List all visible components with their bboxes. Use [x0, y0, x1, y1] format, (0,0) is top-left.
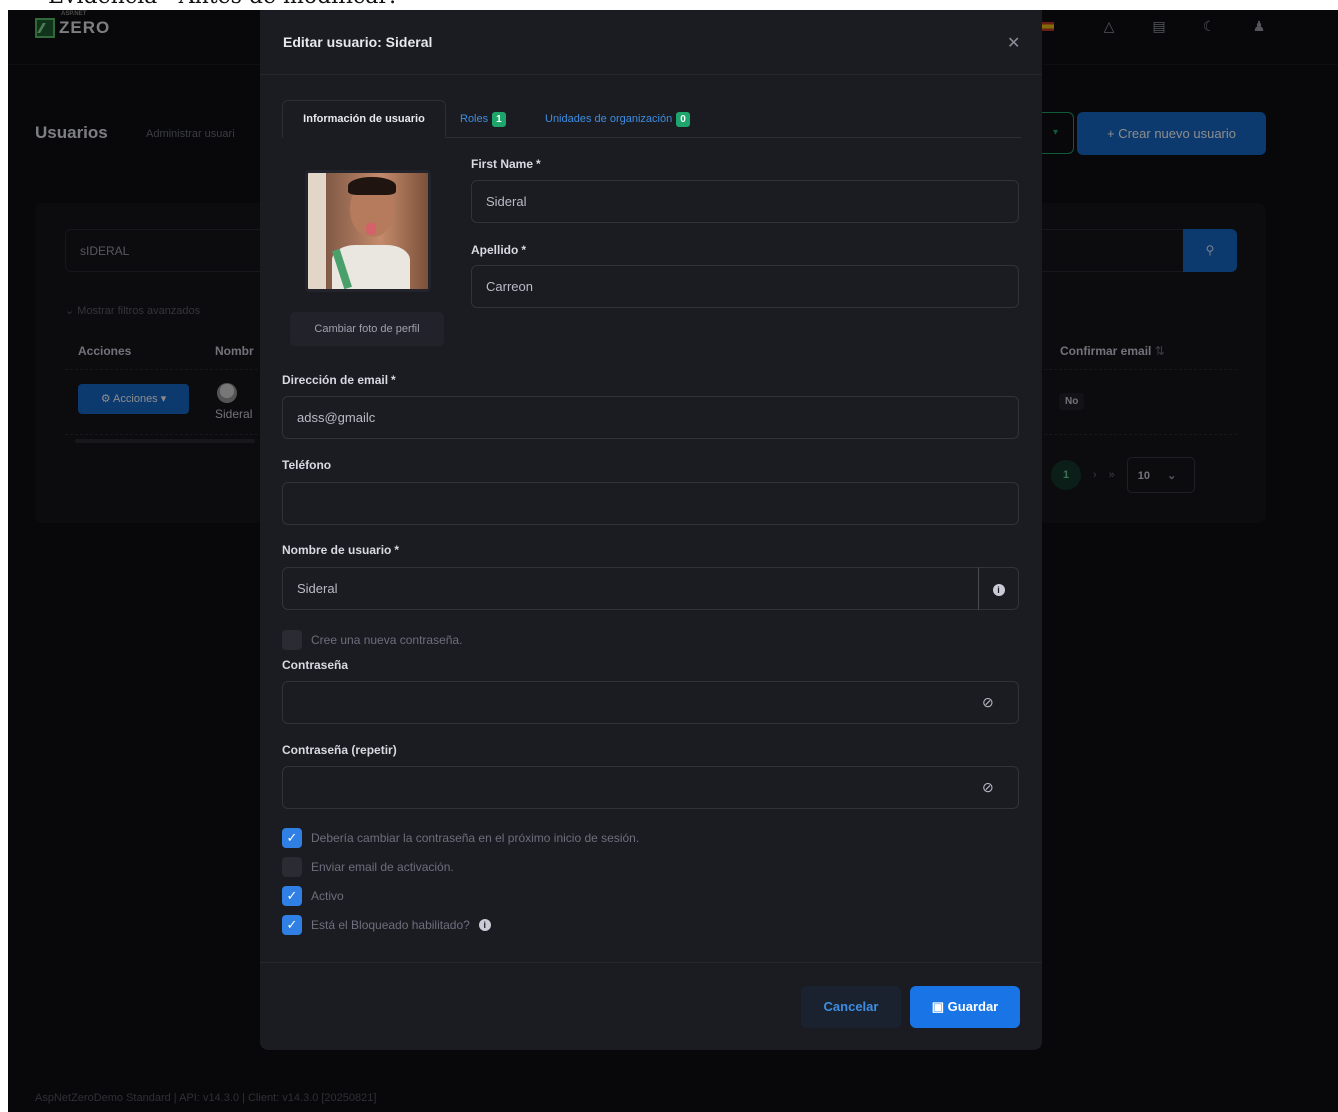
save-label: Guardar [947, 999, 999, 1014]
cancel-button[interactable]: Cancelar [801, 986, 901, 1028]
username-input[interactable]: Sideral [282, 567, 979, 610]
edit-user-modal: Editar usuario: Sideral ✕ Información de… [260, 10, 1042, 1050]
tab-roles-label: Roles [460, 113, 489, 125]
username-label: Nombre de usuario * [282, 543, 399, 557]
modal-header-divider [260, 74, 1042, 75]
caption-strip: Evidencia - Antes de modificar: [0, 0, 1338, 10]
profile-photo [305, 170, 431, 292]
required-marker: * [536, 157, 541, 171]
new-password-label: Cree una nueva contraseña. [311, 633, 463, 647]
send-activation-label: Enviar email de activación. [311, 860, 454, 874]
lockout-label: Está el Bloqueado habilitado? [311, 918, 470, 932]
last-name-input[interactable]: Carreon [471, 265, 1019, 308]
email-label: Dirección de email * [282, 373, 396, 387]
phone-label: Teléfono [282, 458, 332, 472]
tab-user-info-label: Información de usuario [303, 113, 425, 125]
change-password-label: Debería cambiar la contraseña en el próx… [311, 831, 640, 845]
required-marker: * [394, 543, 400, 557]
last-name-label-text: Apellido [471, 243, 519, 257]
org-units-count-badge: 0 [676, 112, 690, 127]
caption-text: Evidencia - Antes de modificar: [48, 0, 396, 9]
eye-off-icon[interactable]: ⊘ [982, 779, 994, 796]
required-marker: * [391, 373, 396, 387]
email-field[interactable]: adss@gmailc [282, 396, 1019, 439]
info-icon[interactable]: i [478, 919, 491, 931]
required-marker: * [521, 243, 527, 257]
photo-tongue-shape [366, 223, 376, 235]
send-activation-checkbox[interactable] [282, 857, 302, 877]
change-photo-button[interactable]: Cambiar foto de perfil [290, 312, 444, 346]
save-icon: ▣ [931, 999, 945, 1014]
tab-organization-units-label: Unidades de organización [545, 113, 673, 125]
close-icon[interactable]: ✕ [1007, 33, 1020, 53]
first-name-label-text: First Name [471, 157, 534, 171]
password-repeat-input[interactable] [282, 766, 1019, 809]
tab-roles[interactable]: Roles 1 [460, 100, 506, 138]
lockout-checkbox[interactable]: ✓ [282, 915, 302, 935]
first-name-input[interactable]: Sideral [471, 180, 1019, 223]
phone-input[interactable] [282, 482, 1019, 525]
send-activation-checkbox-row[interactable]: Enviar email de activación. [282, 857, 454, 877]
email-label-text: Dirección de email [282, 373, 389, 387]
username-info-button[interactable]: i [978, 567, 1019, 610]
change-password-checkbox[interactable]: ✓ [282, 828, 302, 848]
password-input[interactable] [282, 681, 1019, 724]
last-name-label: Apellido * [471, 243, 526, 257]
modal-title: Editar usuario: Sideral [283, 34, 433, 50]
tab-organization-units[interactable]: Unidades de organización 0 [545, 100, 690, 138]
modal-footer-divider [260, 962, 1042, 963]
lockout-checkbox-row[interactable]: ✓ Está el Bloqueado habilitado? i [282, 915, 491, 935]
info-icon: i [992, 584, 1005, 596]
password-label: Contraseña [282, 658, 349, 672]
app-window: ASP.NET ZERO △ ▤ ☾ ♟ Usuarios Administra… [8, 10, 1338, 1112]
password-repeat-label: Contraseña (repetir) [282, 743, 397, 757]
tab-user-info[interactable]: Información de usuario [282, 100, 446, 138]
active-checkbox-row[interactable]: ✓ Activo [282, 886, 344, 906]
new-password-checkbox-row[interactable]: Cree una nueva contraseña. [282, 630, 462, 650]
username-label-text: Nombre de usuario [282, 543, 392, 557]
first-name-label: First Name * [471, 157, 541, 171]
active-label: Activo [311, 889, 344, 903]
save-button[interactable]: ▣ Guardar [910, 986, 1020, 1028]
eye-off-icon[interactable]: ⊘ [982, 694, 994, 711]
active-checkbox[interactable]: ✓ [282, 886, 302, 906]
photo-hair-shape [348, 177, 396, 195]
new-password-checkbox[interactable] [282, 630, 302, 650]
roles-count-badge: 1 [492, 112, 506, 127]
photo-door-shape [308, 173, 326, 289]
change-password-checkbox-row[interactable]: ✓ Debería cambiar la contraseña en el pr… [282, 828, 639, 848]
modal-tabs: Información de usuario Roles 1 Unidades d… [282, 100, 1021, 138]
